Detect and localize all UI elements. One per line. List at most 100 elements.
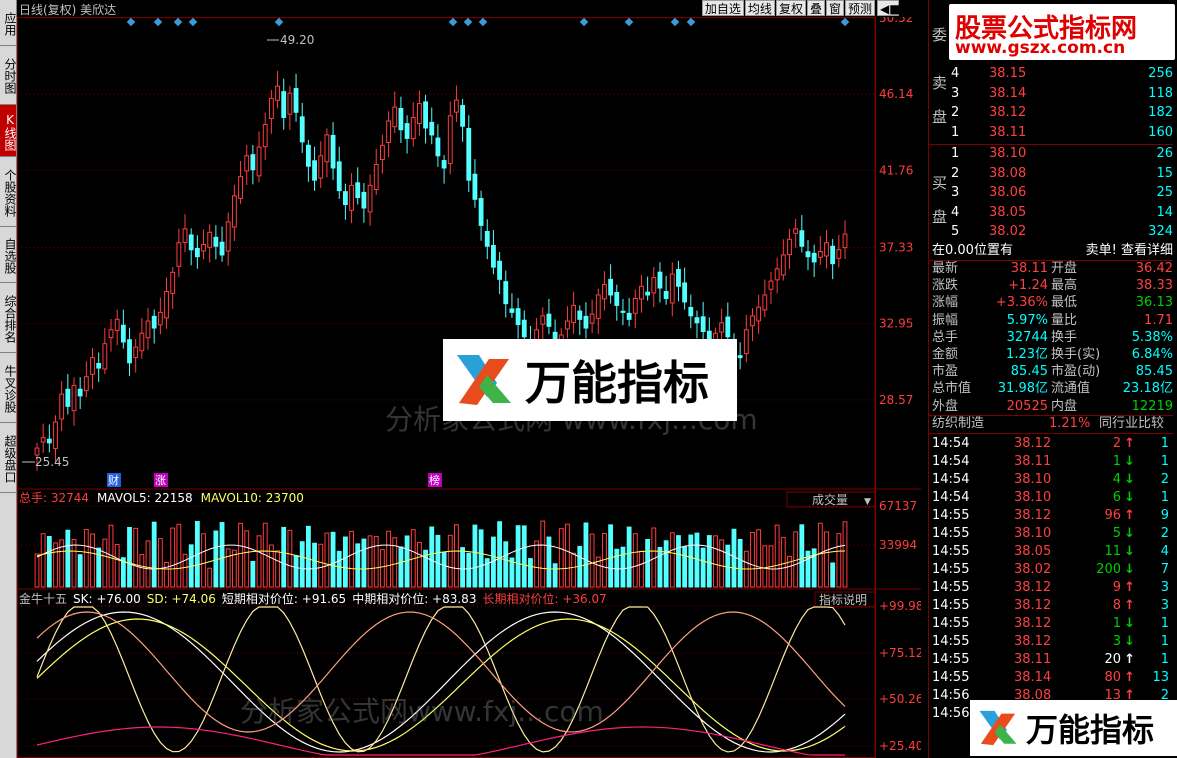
indicator-stat: 中期相对价位: +83.83: [352, 591, 476, 606]
indicator-axis-label: +99.98: [879, 599, 921, 613]
volume-bar: [441, 551, 447, 588]
ma-button[interactable]: 均线: [744, 0, 775, 16]
volume-bar: [737, 538, 743, 588]
adjust-button[interactable]: 复权: [775, 0, 806, 16]
candle-body: [410, 117, 416, 140]
tab-ranking[interactable]: 综合排名: [0, 283, 16, 353]
tab-watchlist[interactable]: 自选股: [0, 227, 16, 283]
price-axis-label: 32.95: [879, 317, 913, 331]
candle-body: [250, 154, 256, 171]
volume-bar: [534, 540, 540, 588]
quote-label: 最新: [932, 261, 959, 276]
tick-time: 14:55: [932, 508, 970, 523]
position-bar[interactable]: 在0.00位置有 卖单! 查看详细: [929, 242, 1173, 260]
volume-bar: [571, 552, 577, 588]
candle-body: [565, 320, 570, 330]
volume-bar: [77, 554, 83, 588]
tick-row: 14:55 38.11 20 ↑ 1: [929, 651, 1173, 669]
volume-bar: [460, 547, 465, 588]
tab-intraday[interactable]: 分时图: [0, 46, 16, 105]
event-diamond-icon[interactable]: [579, 17, 589, 27]
volume-bar: [201, 533, 206, 588]
event-diamond-icon[interactable]: [478, 17, 488, 27]
candle-body: [268, 97, 274, 120]
quote-label: 涨跌: [932, 278, 959, 294]
logo-mark-small-icon: [979, 710, 1017, 746]
candle-body: [750, 315, 755, 327]
volume-bar: [299, 541, 305, 588]
quote-row: 最新 38.11 开盘 36.42: [929, 260, 1173, 278]
buy-level-row[interactable]: 3 38.06 25: [929, 184, 1173, 202]
tick-time: 14:55: [932, 670, 970, 685]
event-diamond-icon[interactable]: [448, 17, 458, 27]
level-num: 3: [951, 85, 960, 101]
industry-compare-button[interactable]: 同行业比较: [1099, 415, 1164, 433]
tick-count: 9: [1160, 508, 1169, 523]
quote-value: 5.97%: [1006, 312, 1048, 328]
event-diamond-icon[interactable]: [274, 17, 284, 27]
event-diamond-icon[interactable]: [173, 17, 183, 27]
event-diamond-icon[interactable]: [126, 17, 136, 27]
buy-level-row[interactable]: 5 38.02 324: [929, 223, 1173, 241]
event-diamond-icon[interactable]: [463, 17, 473, 27]
candle-body: [244, 155, 250, 172]
sell-level-row[interactable]: 2 38.12 182: [929, 104, 1173, 122]
candle-body: [262, 123, 268, 148]
sell-level-row[interactable]: 1 38.11 160: [929, 124, 1173, 142]
arrow-icon[interactable]: ◀■: [877, 0, 901, 16]
tick-time: 14:54: [932, 454, 970, 469]
price-axis-label: 50.52: [879, 17, 913, 25]
add-watchlist-button[interactable]: 加自选: [701, 0, 744, 16]
sell-level-row[interactable]: 4 38.15 256: [929, 65, 1173, 83]
candle-body: [256, 146, 262, 177]
window-button[interactable]: 窗: [825, 0, 844, 16]
volume-bar: [386, 530, 391, 588]
tab-super-book[interactable]: 超级盘口: [0, 423, 16, 493]
tab-diagnosis[interactable]: 牛叉诊股: [0, 353, 16, 423]
candle-body: [614, 291, 620, 306]
candle-body: [799, 230, 805, 247]
tab-apps[interactable]: 应用: [0, 0, 16, 46]
candle-body: [478, 198, 484, 226]
tick-price: 38.12: [1014, 634, 1052, 649]
volume-bar: [176, 523, 182, 588]
tick-volume: 9: [1112, 580, 1121, 595]
tick-time: 14:55: [932, 652, 970, 667]
level-price: 38.12: [989, 105, 1027, 120]
event-diamond-icon[interactable]: [188, 17, 198, 27]
quote-value: 31.98亿: [997, 381, 1048, 397]
volume-bar: [645, 538, 651, 588]
volume-bar: [639, 550, 644, 588]
sell-detail-link[interactable]: 卖单! 查看详细: [1086, 242, 1173, 260]
tab-kline[interactable]: K线图: [0, 105, 16, 157]
quote-label: 金额: [932, 347, 959, 362]
candle-body: [201, 244, 206, 252]
volume-bar: [342, 536, 348, 588]
quote-value: 5.38%: [1131, 329, 1173, 345]
price-axis-label: 41.76: [879, 163, 913, 177]
volume-bar: [392, 537, 398, 588]
event-diamond-icon[interactable]: [670, 17, 680, 27]
tab-stock-info[interactable]: 个股资料: [0, 157, 16, 227]
level-volume: 25: [1156, 185, 1173, 200]
buy-level-row[interactable]: 1 38.10 26: [929, 145, 1173, 163]
tick-time: 14:56: [932, 706, 970, 721]
buy-level-row[interactable]: 4 38.05 14: [929, 204, 1173, 222]
candle-body: [774, 268, 780, 281]
tick-price: 38.02: [1014, 562, 1052, 577]
event-diamond-icon[interactable]: [624, 17, 634, 27]
tick-count: 7: [1160, 562, 1169, 577]
quote-row: 振幅 5.97% 量比 1.71: [929, 312, 1173, 330]
sell-level-row[interactable]: 3 38.14 118: [929, 85, 1173, 103]
event-diamond-icon[interactable]: [686, 17, 696, 27]
buy-level-row[interactable]: 2 38.08 15: [929, 165, 1173, 183]
overlay-button[interactable]: 叠: [806, 0, 825, 16]
volume-bar: [700, 547, 706, 588]
event-diamond-icon[interactable]: [840, 17, 850, 27]
quote-value: 36.42: [1135, 261, 1173, 276]
forecast-button[interactable]: 预测: [844, 0, 875, 16]
volume-bar: [836, 533, 842, 588]
volume-bar: [706, 535, 712, 588]
event-diamond-icon[interactable]: [153, 17, 163, 27]
tick-volume: 20: [1104, 652, 1121, 667]
